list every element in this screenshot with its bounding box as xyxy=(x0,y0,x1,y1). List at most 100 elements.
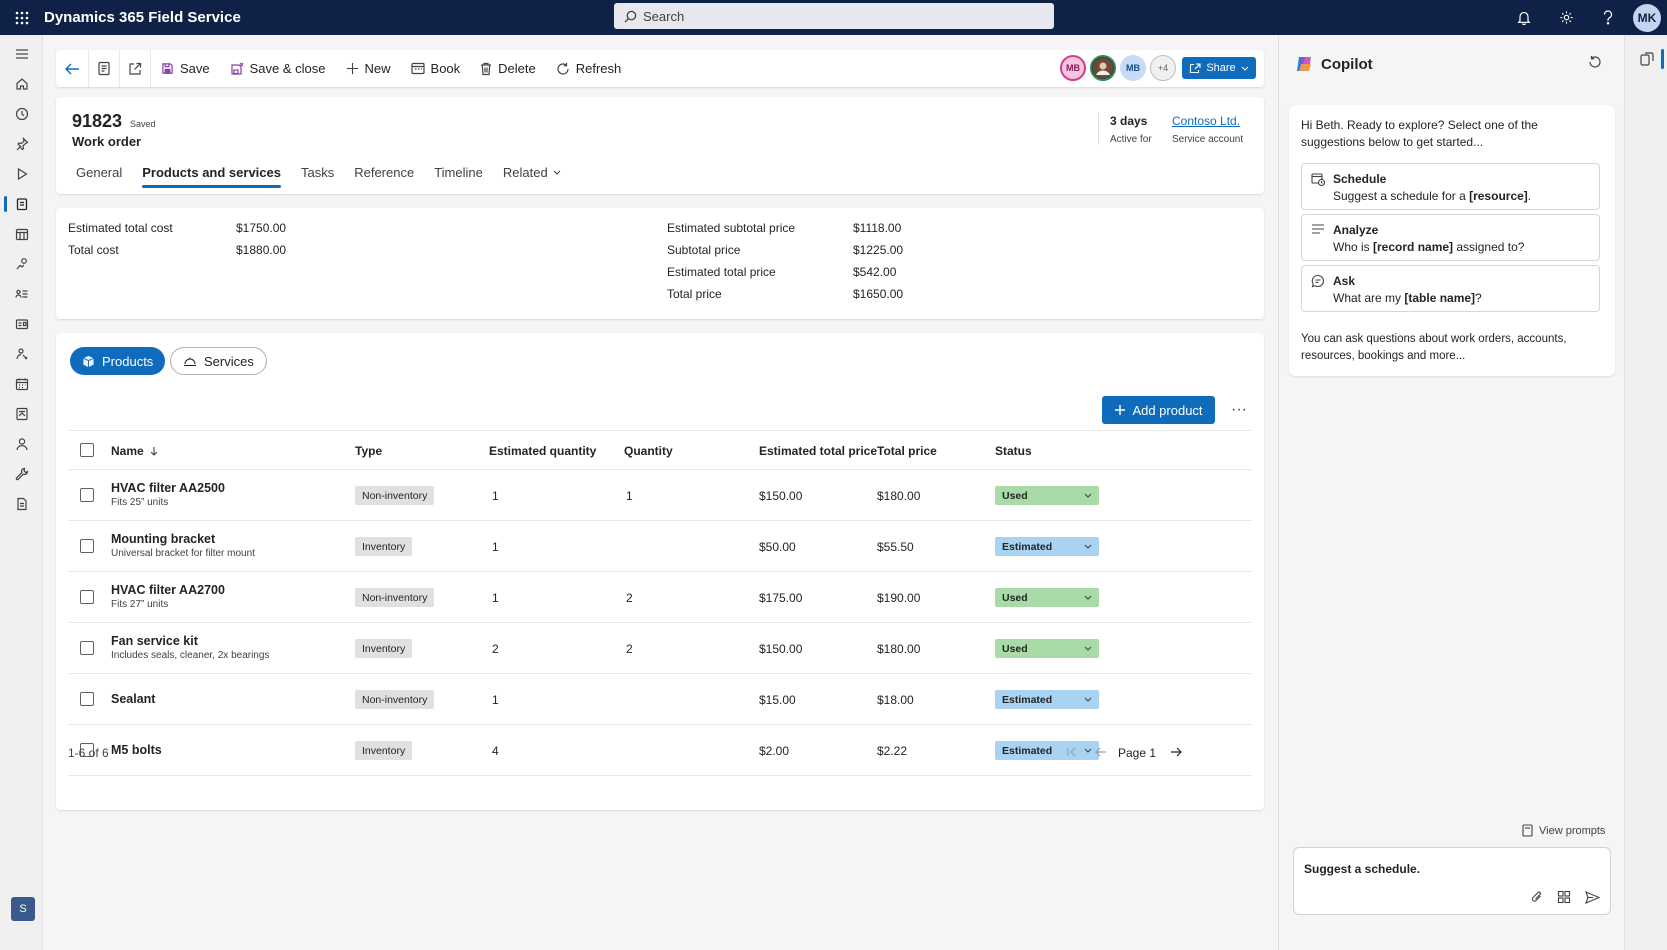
help-icon[interactable] xyxy=(1587,0,1629,35)
table-row[interactable]: Mounting bracket Universal bracket for fi… xyxy=(68,521,1252,572)
book-button[interactable]: Book xyxy=(401,50,471,87)
tab-related[interactable]: Related xyxy=(493,159,571,188)
product-name-cell[interactable]: Fan service kit Includes seals, cleaner, … xyxy=(111,634,269,661)
save-close-button[interactable]: Save & close xyxy=(220,50,336,87)
product-name-cell[interactable]: HVAC filter AA2500 Fits 25” units xyxy=(111,481,225,508)
column-header-type[interactable]: Type xyxy=(355,444,382,458)
status-dropdown[interactable]: Estimated xyxy=(995,537,1099,556)
suggestion-analyze[interactable]: Analyze Who is [record name] assigned to… xyxy=(1301,214,1600,261)
resources-icon[interactable] xyxy=(0,249,43,279)
products-toggle[interactable]: Products xyxy=(70,347,166,375)
tab-tasks[interactable]: Tasks xyxy=(291,159,344,188)
id-card-icon[interactable] xyxy=(0,309,43,339)
tab-products-and-services[interactable]: Products and services xyxy=(132,159,291,188)
contacts-list-icon[interactable] xyxy=(0,279,43,309)
column-header-name[interactable]: Name xyxy=(111,444,158,458)
column-header-total-price[interactable]: Total price xyxy=(877,444,937,458)
open-new-window-button[interactable] xyxy=(120,50,150,87)
notifications-icon[interactable] xyxy=(1503,0,1545,35)
recent-clock-icon[interactable] xyxy=(0,99,43,129)
home-icon[interactable] xyxy=(0,69,43,99)
page-indicator: Page 1 xyxy=(1118,746,1157,760)
table-row[interactable]: HVAC filter AA2700 Fits 27” units Non-inve… xyxy=(68,572,1252,623)
back-button[interactable] xyxy=(56,50,88,87)
presence-more[interactable]: +4 xyxy=(1150,55,1176,81)
row-checkbox[interactable] xyxy=(80,488,94,502)
copilot-refresh-icon[interactable] xyxy=(1588,55,1602,69)
hamburger-menu-icon[interactable] xyxy=(0,39,43,69)
refresh-button[interactable]: Refresh xyxy=(546,50,632,87)
calendar-icon[interactable] xyxy=(0,369,43,399)
product-name[interactable]: Mounting bracket xyxy=(111,532,255,546)
service-account-link[interactable]: Contoso Ltd. xyxy=(1172,114,1243,128)
send-icon[interactable] xyxy=(1585,890,1600,904)
totals-section: Estimated total cost $1750.00 Total cost… xyxy=(56,208,1264,319)
select-all-checkbox[interactable] xyxy=(80,443,94,457)
person-icon[interactable] xyxy=(0,429,43,459)
settings-gear-icon[interactable] xyxy=(1545,0,1587,35)
product-name-cell[interactable]: Sealant xyxy=(111,692,155,706)
delete-button[interactable]: Delete xyxy=(470,50,546,87)
app-title[interactable]: Dynamics 365 Field Service xyxy=(44,9,241,26)
chat-input-text[interactable]: Suggest a schedule. xyxy=(1304,862,1420,876)
app-launcher-icon[interactable] xyxy=(0,0,44,35)
suggestion-ask[interactable]: Ask What are my [table name]? xyxy=(1301,265,1600,312)
status-dropdown[interactable]: Used xyxy=(995,486,1099,505)
copilot-chat-input[interactable]: Suggest a schedule. xyxy=(1293,847,1611,915)
next-page-icon[interactable] xyxy=(1170,746,1183,758)
tab-general[interactable]: General xyxy=(66,159,132,188)
column-header-estimated-quantity[interactable]: Estimated quantity xyxy=(489,444,596,458)
product-name[interactable]: HVAC filter AA2500 xyxy=(111,481,225,495)
area-switcher-badge[interactable]: S xyxy=(11,897,35,921)
row-checkbox[interactable] xyxy=(80,590,94,604)
copilot-rail-icon[interactable] xyxy=(1625,41,1667,77)
product-name[interactable]: Sealant xyxy=(111,692,155,706)
services-toggle[interactable]: Services xyxy=(170,347,267,375)
presence-avatar-3[interactable]: MB xyxy=(1120,55,1146,81)
add-product-button[interactable]: Add product xyxy=(1102,396,1215,424)
form-view-button[interactable] xyxy=(89,50,119,87)
previous-page-icon[interactable] xyxy=(1094,746,1107,758)
search-box[interactable]: Search xyxy=(614,3,1054,29)
table-row[interactable]: Sealant Non-inventory 1 $15.00 $18.00 Estimat… xyxy=(68,674,1252,725)
row-checkbox[interactable] xyxy=(80,641,94,655)
plus-icon xyxy=(1115,405,1126,415)
column-header-estimated-total-price[interactable]: Estimated total price xyxy=(759,444,877,458)
play-icon[interactable] xyxy=(0,159,43,189)
suggestion-schedule[interactable]: Schedule Suggest a schedule for a [resou… xyxy=(1301,163,1600,210)
inventory-icon[interactable] xyxy=(0,399,43,429)
tab-timeline[interactable]: Timeline xyxy=(424,159,493,188)
status-dropdown[interactable]: Used xyxy=(995,639,1099,658)
row-checkbox[interactable] xyxy=(80,692,94,706)
apps-grid-icon[interactable] xyxy=(1557,890,1571,904)
product-name-cell[interactable]: HVAC filter AA2700 Fits 27” units xyxy=(111,583,225,610)
user-avatar[interactable]: MK xyxy=(1633,3,1661,32)
table-row[interactable]: Fan service kit Includes seals, cleaner, … xyxy=(68,623,1252,674)
tab-reference[interactable]: Reference xyxy=(344,159,424,188)
column-header-quantity[interactable]: Quantity xyxy=(624,444,673,458)
presence-avatar-1[interactable]: MB xyxy=(1060,55,1086,81)
share-button[interactable]: Share xyxy=(1182,57,1256,79)
more-options-button[interactable]: ··· xyxy=(1224,396,1254,424)
save-button[interactable]: Save xyxy=(151,50,220,87)
document-icon[interactable] xyxy=(0,489,43,519)
table-row[interactable]: HVAC filter AA2500 Fits 25” units Non-inve… xyxy=(68,470,1252,521)
work-orders-icon[interactable] xyxy=(0,189,43,219)
new-button[interactable]: New xyxy=(336,50,401,87)
product-name[interactable]: HVAC filter AA2700 xyxy=(111,583,225,597)
schedule-board-icon[interactable] xyxy=(0,219,43,249)
status-dropdown[interactable]: Estimated xyxy=(995,690,1099,709)
wrench-icon[interactable] xyxy=(0,459,43,489)
attach-paperclip-icon[interactable] xyxy=(1531,890,1543,904)
product-name[interactable]: Fan service kit xyxy=(111,634,269,648)
pinned-icon[interactable] xyxy=(0,129,43,159)
row-checkbox[interactable] xyxy=(80,539,94,553)
status-dropdown[interactable]: Used xyxy=(995,588,1099,607)
view-prompts-button[interactable]: View prompts xyxy=(1522,824,1605,837)
column-header-status[interactable]: Status xyxy=(995,444,1032,458)
first-page-icon[interactable] xyxy=(1066,746,1078,758)
assets-icon[interactable] xyxy=(0,339,43,369)
product-name-cell[interactable]: Mounting bracket Universal bracket for fi… xyxy=(111,532,255,559)
presence-avatar-photo[interactable] xyxy=(1090,55,1116,81)
services-toggle-label: Services xyxy=(204,353,254,369)
